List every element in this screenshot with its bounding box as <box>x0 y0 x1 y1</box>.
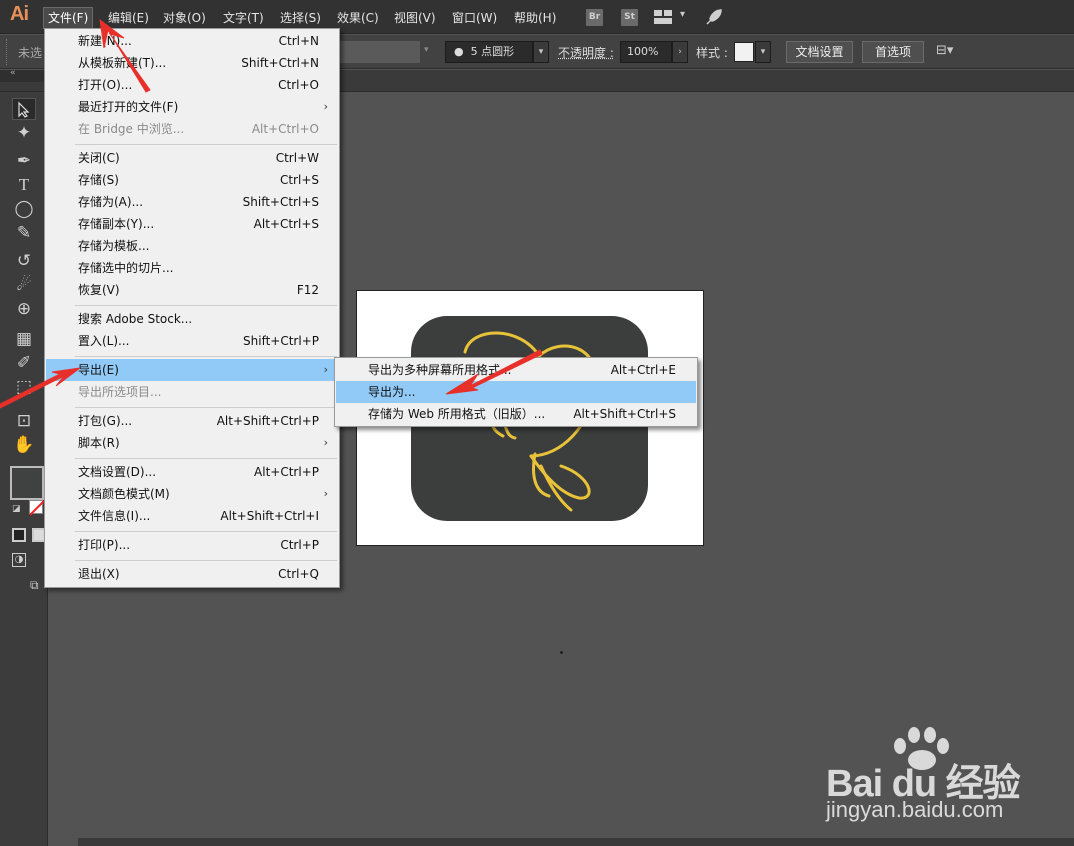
arrow-to-file-menu <box>99 18 151 93</box>
watermark-url: jingyan.baidu.com <box>826 797 1004 822</box>
arrow-to-export-as <box>445 349 543 395</box>
arrow-to-export <box>0 367 81 409</box>
annotation-arrows <box>0 18 543 409</box>
